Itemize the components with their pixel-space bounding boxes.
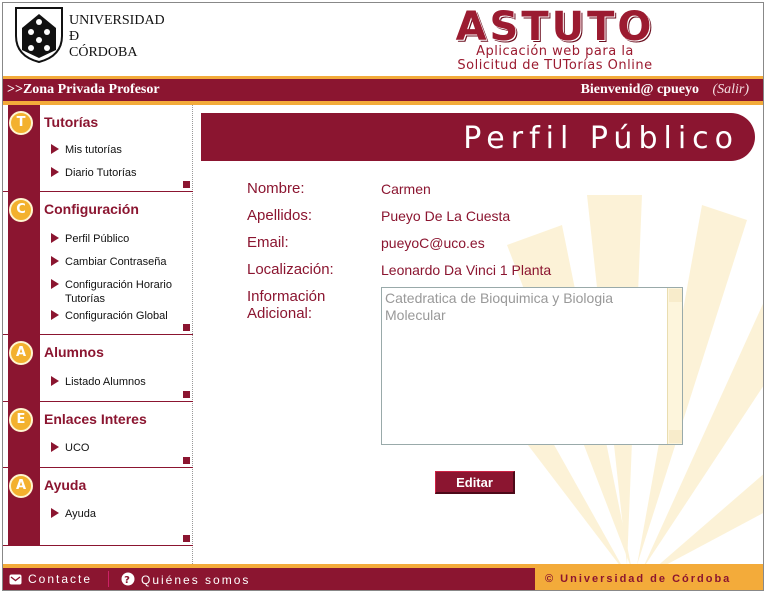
informacion-label: Información Adicional: — [247, 288, 326, 322]
copyright-text: © Universidad de Córdoba — [535, 568, 763, 590]
informacion-adicional-textarea[interactable]: Catedratica de Bioquimica y Biologia Mol… — [381, 287, 683, 445]
edit-button[interactable]: Editar — [435, 471, 515, 494]
sidebar: T Tutorías Mis tutorías Diario Tutorías … — [3, 105, 193, 564]
page-title-bar: Perfil Público — [201, 113, 755, 161]
email-value: pueyoC@uco.es — [381, 235, 485, 251]
university-logo-icon — [15, 7, 63, 64]
contact-link[interactable]: Contacte — [9, 572, 92, 586]
triangle-right-icon — [51, 256, 59, 266]
enlaces-badge-icon: E — [9, 408, 33, 432]
textarea-scrollbar[interactable] — [667, 288, 682, 444]
sidebar-section-title: Enlaces Interes — [44, 411, 147, 427]
header: UNIVERSIDAD Ð CÓRDOBA ASTUTO Aplicación … — [3, 3, 763, 79]
sidebar-item-perfil-publico[interactable]: Perfil Público — [51, 232, 129, 246]
nombre-label: Nombre: — [247, 180, 305, 197]
sidebar-item-mis-tutorias[interactable]: Mis tutorías — [51, 143, 122, 157]
section-corner-marker — [183, 391, 190, 398]
sidebar-item-listado-alumnos[interactable]: Listado Alumnos — [51, 375, 146, 389]
sidebar-section-title: Configuración — [44, 201, 139, 217]
sidebar-section-enlaces: E Enlaces Interes UCO — [3, 402, 193, 468]
envelope-icon — [9, 574, 22, 585]
sidebar-section-tutorias: T Tutorías Mis tutorías Diario Tutorías — [3, 105, 193, 192]
triangle-right-icon — [51, 279, 59, 289]
triangle-right-icon — [51, 376, 59, 386]
sidebar-section-title: Ayuda — [44, 477, 87, 493]
sidebar-section-alumnos: A Alumnos Listado Alumnos — [3, 335, 193, 402]
informacion-adicional-text: Catedratica de Bioquimica y Biologia Mol… — [385, 290, 614, 323]
section-corner-marker — [183, 181, 190, 188]
about-link[interactable]: ? Quiénes somos — [121, 572, 250, 587]
page-frame: UNIVERSIDAD Ð CÓRDOBA ASTUTO Aplicación … — [2, 2, 764, 591]
sidebar-section-ayuda: A Ayuda Ayuda — [3, 468, 193, 546]
triangle-right-icon — [51, 233, 59, 243]
footer: Contacte ? Quiénes somos © Universidad d… — [3, 568, 763, 590]
email-label: Email: — [247, 234, 289, 251]
sidebar-item-uco[interactable]: UCO — [51, 441, 89, 455]
university-line-3: CÓRDOBA — [69, 45, 138, 60]
page-title: Perfil Público — [463, 121, 739, 156]
localizacion-value: Leonardo Da Vinci 1 Planta — [381, 262, 552, 278]
configuracion-badge-icon: C — [9, 198, 33, 222]
alumnos-badge-icon: A — [9, 341, 33, 365]
localizacion-label: Localización: — [247, 261, 334, 278]
tutorias-badge-icon: T — [9, 111, 33, 135]
svg-text:?: ? — [124, 575, 132, 586]
sidebar-item-configuracion-global[interactable]: Configuración Global — [51, 309, 168, 323]
footer-separator — [108, 571, 109, 587]
sidebar-item-cambiar-contrasena[interactable]: Cambiar Contraseña — [51, 255, 167, 269]
section-corner-marker — [183, 535, 190, 542]
app-name: ASTUTO — [455, 4, 655, 50]
sidebar-item-ayuda[interactable]: Ayuda — [51, 507, 96, 521]
scroll-up-icon[interactable] — [669, 289, 682, 302]
sidebar-item-configuracion-horario[interactable]: Configuración Horario Tutorías — [51, 278, 172, 306]
sidebar-item-diario-tutorias[interactable]: Diario Tutorías — [51, 166, 137, 180]
top-bar: >>Zona Privada Profesor Bienvenid@ cpuey… — [3, 79, 763, 101]
question-icon: ? — [121, 572, 135, 586]
triangle-right-icon — [51, 310, 59, 320]
triangle-right-icon — [51, 508, 59, 518]
sidebar-section-title: Alumnos — [44, 344, 104, 360]
sidebar-section-configuracion: C Configuración Perfil Público Cambiar C… — [3, 192, 193, 335]
logout-link[interactable]: (Salir) — [712, 82, 749, 98]
triangle-right-icon — [51, 442, 59, 452]
app-subtitle-2: Solicitud de TUTorías Online — [457, 58, 653, 73]
ayuda-badge-icon: A — [9, 474, 33, 498]
university-line-2: Ð — [69, 29, 80, 44]
app-subtitle-1: Aplicación web para la — [476, 44, 634, 59]
apellidos-value: Pueyo De La Cuesta — [381, 208, 511, 224]
university-line-1: UNIVERSIDAD — [69, 13, 165, 28]
triangle-right-icon — [51, 144, 59, 154]
section-corner-marker — [183, 324, 190, 331]
app-brand: ASTUTO Aplicación web para la Solicitud … — [405, 4, 705, 73]
main-content: Perfil Público Nombre: Carmen Apellidos:… — [197, 105, 763, 564]
sidebar-section-title: Tutorías — [44, 114, 99, 130]
welcome-text: Bienvenid@ cpueyo — [580, 82, 699, 97]
university-name: UNIVERSIDAD Ð CÓRDOBA — [69, 13, 165, 61]
zone-title: >>Zona Privada Profesor — [7, 82, 160, 97]
nombre-value: Carmen — [381, 181, 431, 197]
triangle-right-icon — [51, 167, 59, 177]
section-corner-marker — [183, 457, 190, 464]
scroll-down-icon[interactable] — [669, 430, 682, 443]
apellidos-label: Apellidos: — [247, 207, 313, 224]
